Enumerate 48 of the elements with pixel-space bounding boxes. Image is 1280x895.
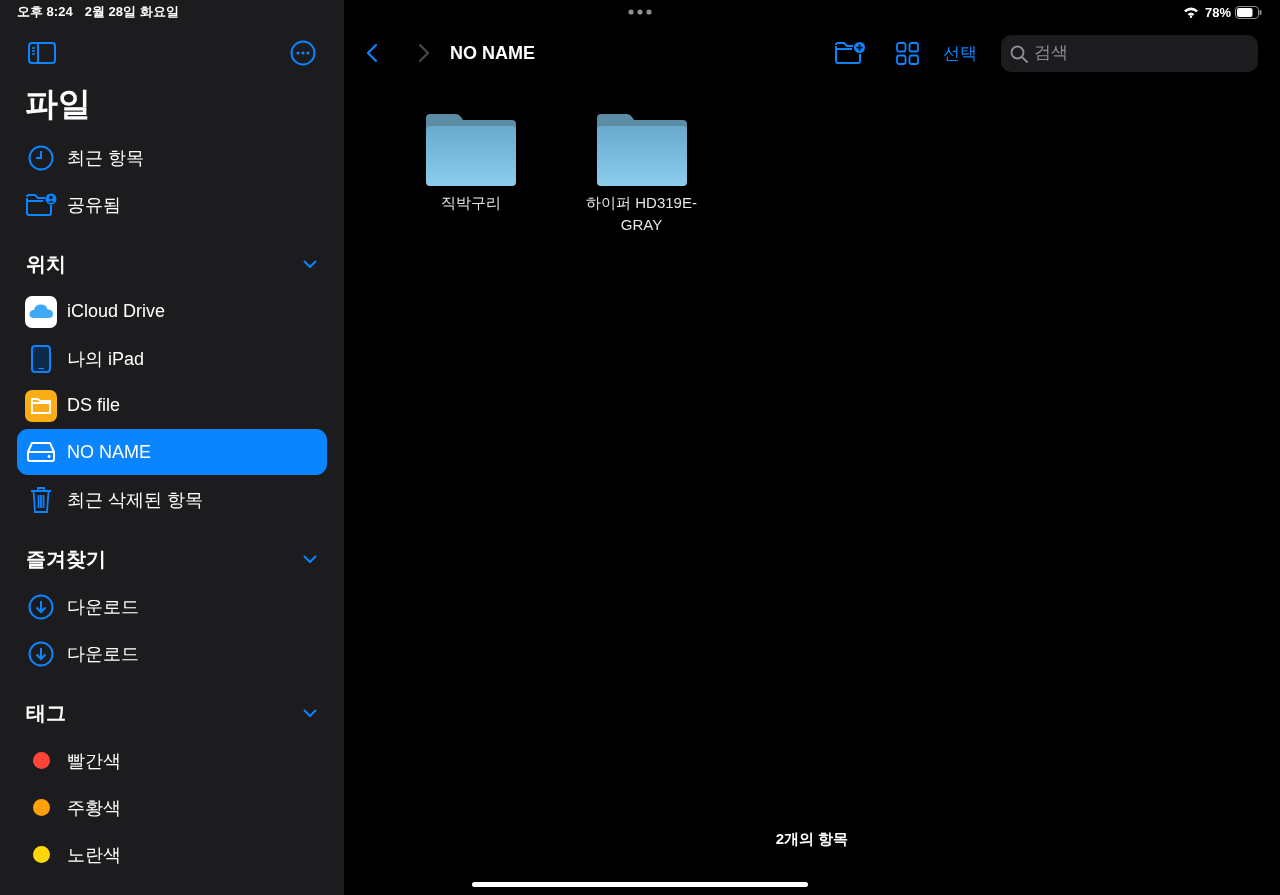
download-icon: [28, 593, 54, 620]
multitask-dots-icon[interactable]: [628, 9, 652, 15]
drive-icon: [26, 441, 56, 463]
sidebar-item[interactable]: 공유됨: [17, 181, 327, 228]
folder-name[interactable]: 하이퍼 HD319E-GRAY: [576, 192, 707, 236]
sidebar-item[interactable]: 주황색: [17, 784, 327, 831]
sidebar-item[interactable]: 다운로드: [17, 583, 327, 630]
shared-folder-icon: [25, 192, 57, 217]
clock-icon: [28, 144, 54, 171]
more-icon[interactable]: [290, 40, 316, 66]
folder-icon[interactable]: [596, 113, 687, 186]
sidebar-item[interactable]: iCloud Drive: [17, 288, 327, 335]
battery-icon: [1235, 5, 1262, 19]
search-field[interactable]: 검색: [1001, 34, 1258, 72]
chevron-icon[interactable]: [303, 554, 317, 564]
folder-name[interactable]: 직박구리: [405, 192, 536, 214]
status-time: 오후 8:24: [17, 3, 73, 21]
folder-app-icon: [25, 389, 57, 422]
back-icon[interactable]: [366, 43, 378, 63]
grid-view-icon[interactable]: [896, 41, 919, 65]
new-folder-icon[interactable]: [834, 41, 866, 65]
sidebar-item[interactable]: 최근 항목: [17, 134, 327, 181]
sidebar-item[interactable]: 다운로드: [17, 630, 327, 677]
section-title: 태그: [26, 700, 66, 726]
battery-percent: 78%: [1204, 4, 1231, 20]
chevron-icon[interactable]: [303, 708, 317, 718]
sidebar-item[interactable]: 노란색: [17, 831, 327, 878]
folder-icon[interactable]: [425, 113, 516, 186]
wifi-icon: [1182, 6, 1199, 18]
sidebar-item[interactable]: DS file: [17, 382, 327, 429]
tablet-icon: [31, 344, 51, 373]
sidebar-item[interactable]: NO NAME: [17, 429, 327, 475]
sidebar-title: 파일: [24, 84, 92, 124]
folder-title: NO NAME: [450, 42, 535, 64]
search-icon: [1010, 44, 1028, 63]
item-count: 2개의 항목: [774, 830, 850, 849]
download-icon: [28, 640, 54, 667]
sidebar-item[interactable]: 나의 iPad: [17, 335, 327, 382]
sidebar-toggle-icon[interactable]: [28, 42, 56, 64]
status-date: 2월 28일 화요일: [84, 3, 179, 21]
section-title: 위치: [26, 251, 66, 277]
trash-icon: [30, 485, 52, 514]
chevron-icon[interactable]: [303, 259, 317, 269]
sidebar-item[interactable]: 최근 삭제된 항목: [17, 476, 327, 523]
cloud-icon: [25, 295, 57, 328]
select-button[interactable]: 선택: [937, 37, 983, 69]
sidebar-item[interactable]: 빨간색: [17, 737, 327, 784]
section-title: 즐겨찾기: [26, 546, 106, 572]
